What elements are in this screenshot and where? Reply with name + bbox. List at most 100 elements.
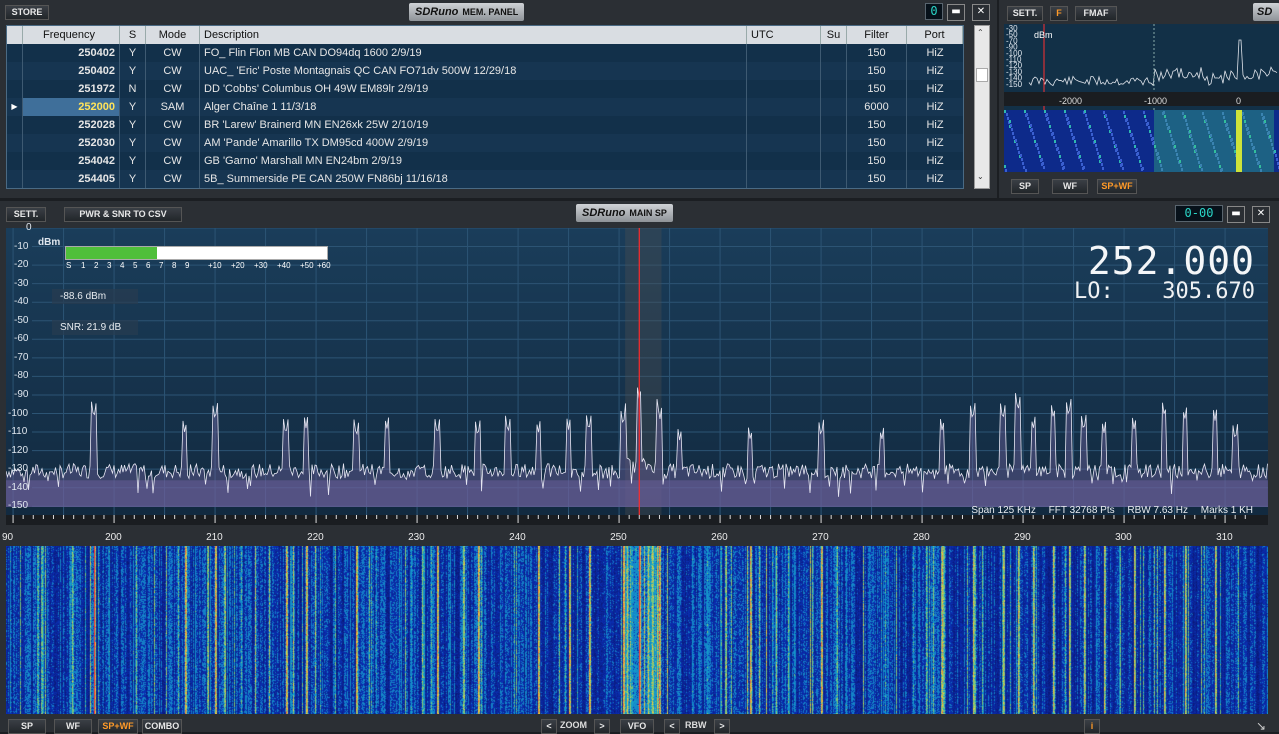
aux-waterfall-cell	[1136, 148, 1138, 151]
aux-waterfall-cell	[1126, 118, 1128, 121]
aux-waterfall-cell	[1024, 110, 1026, 113]
aux-waterfall-cell	[1128, 126, 1130, 129]
pwr-snr-csv-button[interactable]: PWR & SNR TO CSV	[64, 207, 182, 222]
header-port[interactable]: Port	[907, 26, 963, 44]
s-meter-label: +50	[300, 261, 314, 270]
aux-waterfall-cell	[1022, 162, 1024, 165]
aux-waterfall-cell	[1106, 118, 1108, 121]
header-s[interactable]: S	[120, 26, 146, 44]
main-settings-button[interactable]: SETT.	[6, 207, 46, 222]
memory-table: Frequency S Mode Description UTC Su Filt…	[6, 25, 964, 189]
table-row[interactable]: 254405 Y CW 5B_ Summerside PE CAN 250W FN86…	[7, 170, 963, 188]
aux-waterfall-cell	[1100, 159, 1102, 162]
aux-waterfall-cell	[1046, 113, 1048, 116]
freq-tick-label: 270	[812, 532, 829, 543]
main-minimize-button[interactable]: ▬	[1227, 206, 1245, 223]
resize-grip-icon[interactable]: ↘	[1256, 719, 1266, 733]
aux-waterfall-cell	[1131, 133, 1133, 136]
header-frequency[interactable]: Frequency	[23, 26, 120, 44]
waterfall[interactable]	[6, 546, 1268, 714]
aux-waterfall-cell	[1050, 129, 1052, 132]
aux-waterfall-cell	[1004, 110, 1006, 113]
aux-waterfall-cell	[1124, 115, 1126, 118]
cell-filter: 6000	[847, 98, 907, 116]
cell-utc	[747, 98, 821, 116]
cell-port: HiZ	[926, 101, 944, 113]
y-tick-label: -70	[14, 351, 29, 363]
fmaf-button[interactable]: FMAF	[1075, 6, 1117, 21]
aux-waterfall-cell	[1047, 117, 1049, 120]
lo-label: LO:	[1074, 279, 1114, 304]
aux-settings-button[interactable]: SETT.	[1007, 6, 1043, 21]
aux-waterfall-band	[1154, 110, 1274, 172]
aux-spectrum[interactable]: -30-50-70-90-100-110-120-130-140-150dBm-…	[1004, 24, 1279, 172]
freq-tick-label: 290	[1014, 532, 1031, 543]
aux-wf-button[interactable]: WF	[1052, 179, 1088, 194]
aux-waterfall-cell	[1026, 113, 1028, 116]
cell-port: HiZ	[926, 137, 944, 149]
s-meter-label: 5	[133, 261, 138, 270]
aux-waterfall-cell	[1105, 114, 1107, 117]
aux-unit-label: dBm	[1034, 30, 1053, 40]
cell-frequency: 250402	[23, 44, 120, 62]
table-row[interactable]: 252030 Y CW AM 'Pande' Amarillo TX DM95cd 4…	[7, 134, 963, 152]
cell-description: DD 'Cobbs' Columbus OH 49W EM89lr 2/9/19	[200, 80, 747, 98]
cell-description: Alger Chaîne 1 11/3/18	[200, 98, 747, 116]
aux-waterfall-cell	[1099, 155, 1101, 158]
header-utc[interactable]: UTC	[747, 26, 821, 44]
aux-waterfall-cell	[1081, 163, 1083, 166]
freq-tick-label: 260	[711, 532, 728, 543]
cell-s: Y	[120, 134, 146, 152]
table-row[interactable]: ▶ 252000 Y SAM Alger Chaîne 1 11/3/18 6000 HiZ	[7, 98, 963, 116]
aux-waterfall-cell	[1015, 139, 1017, 142]
aux-waterfall-cell	[1108, 126, 1110, 129]
lo-frequency-display[interactable]: 305.670	[1162, 279, 1255, 304]
header-mode[interactable]: Mode	[146, 26, 200, 44]
table-row[interactable]: 251972 N CW DD 'Cobbs' Columbus OH 49W EM89…	[7, 80, 963, 98]
scroll-thumb[interactable]	[976, 68, 988, 82]
main-close-button[interactable]: ✕	[1252, 206, 1270, 223]
table-row[interactable]: 250402 Y CW FO_ Flin Flon MB CAN DO94dq 160…	[7, 44, 963, 62]
minimize-button[interactable]: ▬	[947, 4, 965, 21]
aux-waterfall-cell	[1006, 113, 1008, 116]
spectrum-stats: Span 125 KHz FFT 32768 Pts RBW 7.63 Hz M…	[961, 505, 1253, 516]
aux-waterfall-cell	[1102, 167, 1104, 170]
cell-description: FO_ Flin Flon MB CAN DO94dq 1600 2/9/19	[200, 44, 747, 62]
header-description[interactable]: Description	[200, 26, 747, 44]
aux-waterfall-cell	[1078, 151, 1080, 154]
cell-frequency: 252030	[23, 134, 120, 152]
cell-description: BR 'Larew' Brainerd MN EN26xk 25W 2/10/1…	[200, 116, 747, 134]
table-row[interactable]: 254042 Y CW GB 'Garno' Marshall MN EN24bm 2…	[7, 152, 963, 170]
y-tick-label: -80	[14, 370, 29, 382]
main-sp-title: SDRuno MAIN SP	[576, 204, 673, 222]
aux-waterfall-cell	[1020, 154, 1022, 157]
cell-utc	[747, 80, 821, 98]
y-tick-label: -10	[14, 240, 29, 252]
cell-su	[821, 152, 847, 170]
table-row[interactable]: 250402 Y CW UAC_ 'Eric' Poste Montagnais QC…	[7, 62, 963, 80]
aux-panel-title: SD	[1253, 3, 1279, 21]
header-filter[interactable]: Filter	[847, 26, 907, 44]
f-button[interactable]: F	[1050, 6, 1068, 21]
vfo-frequency-display[interactable]: 252.000	[1088, 239, 1255, 283]
cell-utc	[747, 116, 821, 134]
store-button[interactable]: STORE	[5, 5, 49, 20]
scroll-down-icon[interactable]: ⌄	[977, 172, 984, 181]
freq-tick-label: 310	[1216, 532, 1233, 543]
memory-scrollbar[interactable]: ⌃ ⌄	[974, 25, 990, 189]
table-header: Frequency S Mode Description UTC Su Filt…	[7, 26, 963, 44]
span-label: Span 125 KHz	[971, 505, 1036, 516]
aux-waterfall-cell	[1115, 144, 1117, 147]
s-meter-label: +60	[317, 261, 331, 270]
scroll-up-icon[interactable]: ⌃	[977, 28, 984, 37]
close-button[interactable]: ✕	[972, 4, 990, 21]
table-row[interactable]: 252028 Y CW BR 'Larew' Brainerd MN EN26xk 2…	[7, 116, 963, 134]
header-su[interactable]: Su	[821, 26, 847, 44]
sdruno-logo: SDRuno	[415, 6, 459, 18]
aux-spwf-button[interactable]: SP+WF	[1097, 179, 1137, 194]
aux-waterfall-cell	[1016, 143, 1018, 146]
main-spectrum[interactable]	[6, 228, 1268, 525]
aux-waterfall-cell	[1148, 126, 1150, 129]
s-meter-label: +10	[208, 261, 222, 270]
aux-sp-button[interactable]: SP	[1011, 179, 1039, 194]
